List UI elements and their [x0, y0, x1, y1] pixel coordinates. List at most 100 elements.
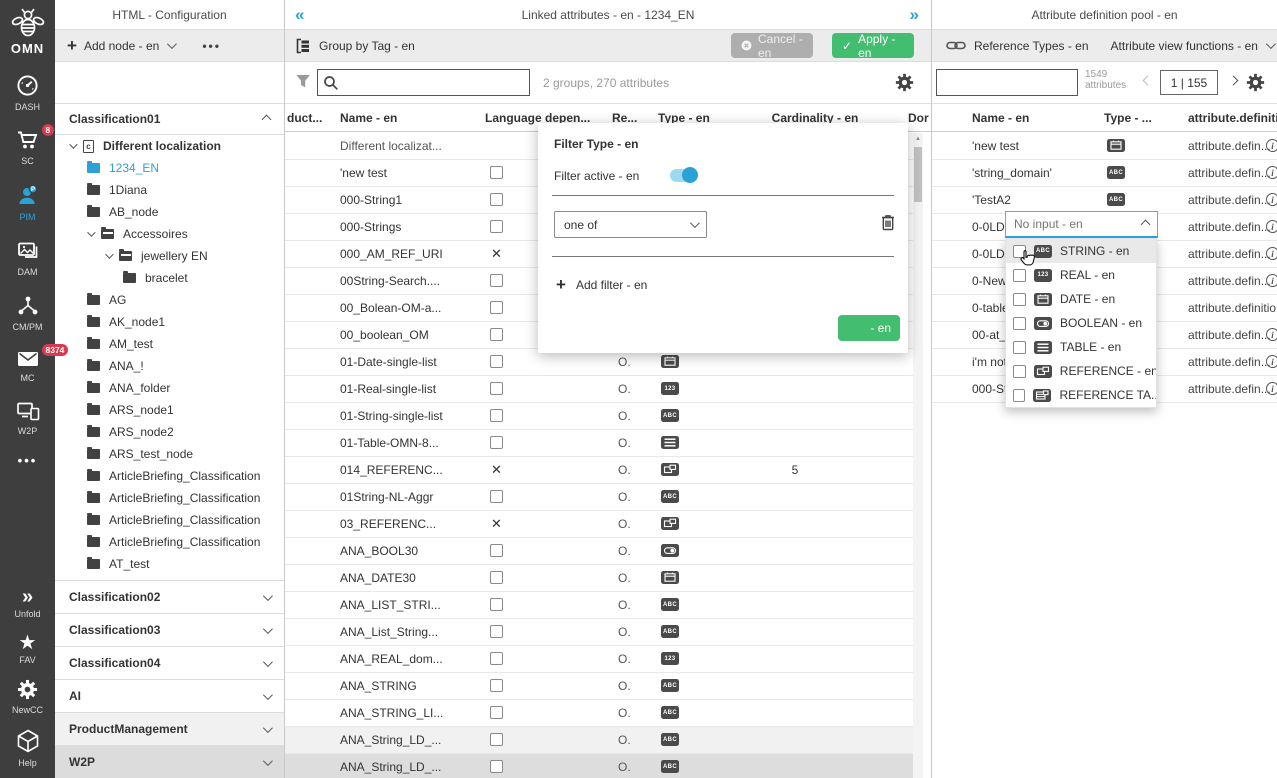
group-by-tag-label[interactable]: Group by Tag - en	[319, 39, 415, 53]
option-checkbox[interactable]	[1013, 364, 1026, 378]
classification01-section-header[interactable]: Classification01	[55, 103, 284, 135]
sidebar-item-mc[interactable]: 8374 MC	[0, 344, 69, 383]
omn-logo[interactable]: OMN	[0, 0, 55, 56]
table-row[interactable]: 01-String-single-list O. ABC	[285, 403, 913, 430]
info-icon[interactable]: i	[1266, 166, 1277, 179]
tree-node-articlebriefing-classification[interactable]: ArticleBriefing_Classification	[55, 487, 271, 509]
sidebar-item-help[interactable]: Help	[0, 729, 55, 768]
expand-right-icon[interactable]: »	[910, 6, 919, 23]
table-row[interactable]: ANA_STRING_LI... O. ABC	[285, 700, 913, 727]
scroll-up-arrow[interactable]: ▲	[914, 135, 922, 143]
sidebar-item-pim[interactable]: P PIM	[0, 184, 55, 222]
option-checkbox[interactable]	[1013, 316, 1026, 330]
option-checkbox[interactable]	[1013, 244, 1026, 258]
language-dependent-checkbox[interactable]	[490, 571, 503, 584]
option-checkbox[interactable]	[1013, 268, 1026, 282]
tree-node-ana-[interactable]: ANA_!	[55, 355, 271, 377]
linked-search-input[interactable]	[339, 75, 529, 90]
language-dependent-checkbox[interactable]	[490, 382, 503, 395]
tree-node-1diana[interactable]: 1Diana	[55, 179, 271, 201]
sidebar-item-dash[interactable]: DASH	[0, 74, 55, 112]
tree-node-ak-node1[interactable]: AK_node1	[55, 311, 271, 333]
table-row[interactable]: ANA_String_LD_... O. ABC	[285, 754, 913, 778]
option-checkbox[interactable]	[1013, 388, 1026, 402]
section-classification03[interactable]: Classification03	[55, 613, 284, 646]
chevron-down-icon[interactable]	[69, 140, 78, 149]
cancel-button[interactable]: Cancel - en	[731, 32, 813, 60]
sidebar-item-more[interactable]: •••	[0, 454, 55, 468]
tree-node-articlebriefing-classification[interactable]: ArticleBriefing_Classification	[55, 465, 271, 487]
filter-operator-select[interactable]: one of	[554, 211, 707, 238]
info-icon[interactable]: i	[1266, 328, 1277, 341]
option-checkbox[interactable]	[1013, 340, 1026, 354]
chevron-down-icon[interactable]	[87, 228, 96, 237]
table-row[interactable]: ANA_DATE30 O.	[285, 565, 913, 592]
language-dependent-checkbox[interactable]	[490, 625, 503, 638]
tree-node-different-localization[interactable]: c Different localization	[55, 135, 271, 157]
apply-button[interactable]: ✓ Apply - en	[832, 32, 914, 60]
sidebar-item-cmpm[interactable]: CM/PM	[0, 295, 55, 332]
info-icon[interactable]: i	[1266, 274, 1277, 287]
page-indicator[interactable]: 1 | 155	[1160, 70, 1218, 95]
collapse-left-icon[interactable]: «	[295, 6, 304, 23]
tree-node-am-test[interactable]: AM_test	[55, 333, 271, 355]
table-row[interactable]: 03_REFERENC... ✕ O.	[285, 511, 913, 538]
funnel-icon[interactable]	[295, 74, 311, 89]
table-row[interactable]: 'string_domain' ABC attribute.defin... i	[932, 160, 1277, 187]
section-productmanagement[interactable]: ProductManagement	[55, 712, 284, 745]
pool-search-input[interactable]	[942, 75, 1077, 90]
table-row[interactable]: ANA_List_String... O. ABC	[285, 619, 913, 646]
table-row[interactable]: ANA_BOOL30 O.	[285, 538, 913, 565]
add-filter-button[interactable]: + Add filter - en	[556, 275, 647, 295]
section-classification04[interactable]: Classification04	[55, 646, 284, 679]
section-classification02[interactable]: Classification02	[55, 580, 284, 613]
table-row[interactable]: 'TestA2 ABC attribute.defin... i	[932, 187, 1277, 214]
language-dependent-checkbox[interactable]	[490, 274, 503, 287]
page-previous-icon[interactable]	[1142, 75, 1153, 86]
pool-settings-gear-icon[interactable]	[1246, 73, 1265, 92]
section-w2p[interactable]: W2P	[55, 745, 284, 778]
type-option-boolean[interactable]: BOOLEAN - en	[1006, 311, 1156, 335]
tree-node-ars-node2[interactable]: ARS_node2	[55, 421, 271, 443]
popup-save-button-partial[interactable]: - en	[838, 315, 900, 341]
language-dependent-checkbox[interactable]	[490, 679, 503, 692]
table-row[interactable]: 01-Date-single-list O.	[285, 349, 913, 376]
tree-node-ag[interactable]: AG	[55, 289, 271, 311]
table-row[interactable]: ANA_String_LD_... O. ABC	[285, 727, 913, 754]
info-icon[interactable]: i	[1266, 247, 1277, 260]
language-dependent-checkbox[interactable]	[490, 733, 503, 746]
tree-node-ars-node1[interactable]: ARS_node1	[55, 399, 271, 421]
language-dependent-checkbox[interactable]	[490, 355, 503, 368]
language-dependent-checkbox[interactable]	[490, 220, 503, 233]
tree-node-at-test[interactable]: AT_test	[55, 553, 271, 575]
language-dependent-checkbox[interactable]	[490, 760, 503, 773]
type-option-reference[interactable]: REFERENCE - en	[1006, 359, 1156, 383]
info-icon[interactable]: i	[1266, 193, 1277, 206]
language-dependent-checkbox[interactable]	[490, 436, 503, 449]
tree-node-ana-folder[interactable]: ANA_folder	[55, 377, 271, 399]
sidebar-item-w2p[interactable]: W2P	[0, 401, 55, 436]
tree-node-ars-test-node[interactable]: ARS_test_node	[55, 443, 271, 465]
language-dependent-checkbox[interactable]	[490, 328, 503, 341]
info-icon[interactable]: i	[1266, 382, 1277, 395]
info-icon[interactable]: i	[1266, 139, 1277, 152]
type-option-date[interactable]: DATE - en	[1006, 287, 1156, 311]
linked-scrollbar[interactable]: ▲	[913, 133, 923, 778]
language-dependent-checkbox[interactable]	[490, 706, 503, 719]
table-row[interactable]: ANA_STRING O. ABC	[285, 673, 913, 700]
sidebar-item-sc[interactable]: 8 SC	[0, 124, 55, 166]
type-option-string[interactable]: ABC STRING - en	[1006, 239, 1156, 263]
page-next-icon[interactable]	[1228, 75, 1239, 86]
chevron-down-icon[interactable]	[105, 250, 114, 259]
info-icon[interactable]: i	[1266, 220, 1277, 233]
tree-node-jewellery-en[interactable]: jewellery EN	[55, 245, 271, 267]
table-row[interactable]: ANA_LIST_STRI... O. ABC	[285, 592, 913, 619]
table-row[interactable]: ANA_REAL_dom... O. 123	[285, 646, 913, 673]
tree-more-button[interactable]: •••	[202, 39, 221, 53]
tree-node-bracelet[interactable]: bracelet	[55, 267, 271, 289]
linked-scrollbar-thumb[interactable]	[914, 147, 922, 202]
view-functions-button[interactable]: Attribute view functions - en	[1111, 39, 1258, 53]
option-checkbox[interactable]	[1013, 292, 1026, 306]
language-dependent-checkbox[interactable]	[490, 193, 503, 206]
type-option-real[interactable]: 123 REAL - en	[1006, 263, 1156, 287]
